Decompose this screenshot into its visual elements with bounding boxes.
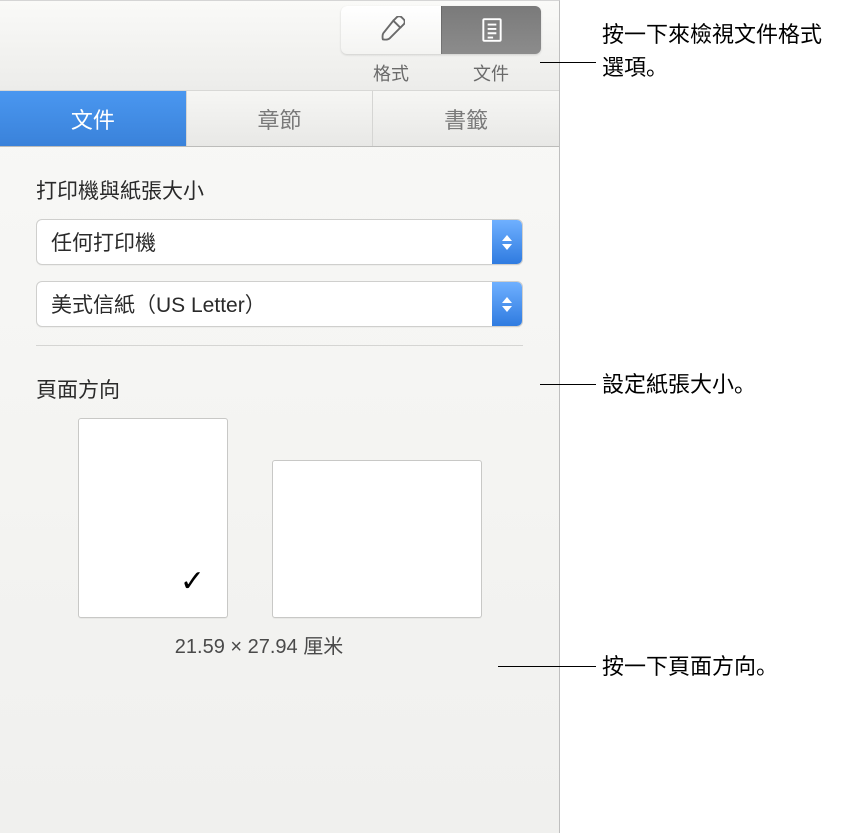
- inspector-subtabs: 文件 章節 書籤: [0, 91, 559, 147]
- dropdown-arrows-icon: [492, 220, 522, 264]
- inspector-panel: 格式 文件 文件 章節 書籤 打印機與紙張大小 任何打印機 美式信紙（US Le…: [0, 0, 560, 833]
- format-tab-label: 格式: [341, 60, 441, 86]
- orientation-portrait-button[interactable]: ✓: [78, 418, 228, 618]
- annotation-line: [498, 666, 596, 667]
- document-tab-label: 文件: [441, 60, 541, 86]
- brush-icon: [377, 16, 405, 44]
- page-dimensions-label: 21.59 × 27.94 厘米: [36, 630, 440, 659]
- paper-size-select-value: 美式信紙（US Letter）: [51, 289, 266, 319]
- printer-select[interactable]: 任何打印機: [36, 219, 523, 265]
- document-settings-content: 打印機與紙張大小 任何打印機 美式信紙（US Letter） 頁面方向 ✓ 21…: [0, 147, 559, 687]
- tab-bookmark[interactable]: 書籤: [373, 91, 559, 146]
- printer-select-value: 任何打印機: [51, 227, 156, 257]
- tab-document[interactable]: 文件: [0, 91, 187, 146]
- annotation-line: [540, 384, 596, 385]
- printer-paper-heading: 打印機與紙張大小: [36, 175, 523, 205]
- annotation-line: [540, 62, 596, 63]
- inspector-toolbar: 格式 文件: [0, 1, 559, 91]
- annotation-orientation: 按一下頁面方向。: [602, 650, 778, 683]
- orientation-heading: 頁面方向: [36, 374, 523, 404]
- paper-size-select[interactable]: 美式信紙（US Letter）: [36, 281, 523, 327]
- annotation-paper-size: 設定紙張大小。: [602, 368, 756, 401]
- format-tab-button[interactable]: [341, 6, 441, 54]
- tab-section[interactable]: 章節: [187, 91, 374, 146]
- dropdown-arrows-icon: [492, 282, 522, 326]
- annotation-view-options: 按一下來檢視文件格式選項。: [602, 18, 832, 84]
- section-divider: [36, 345, 523, 346]
- orientation-landscape-button[interactable]: [272, 460, 482, 618]
- checkmark-icon: ✓: [180, 564, 205, 599]
- document-icon: [479, 17, 505, 43]
- document-tab-button[interactable]: [441, 6, 541, 54]
- inspector-mode-segment: [341, 6, 541, 54]
